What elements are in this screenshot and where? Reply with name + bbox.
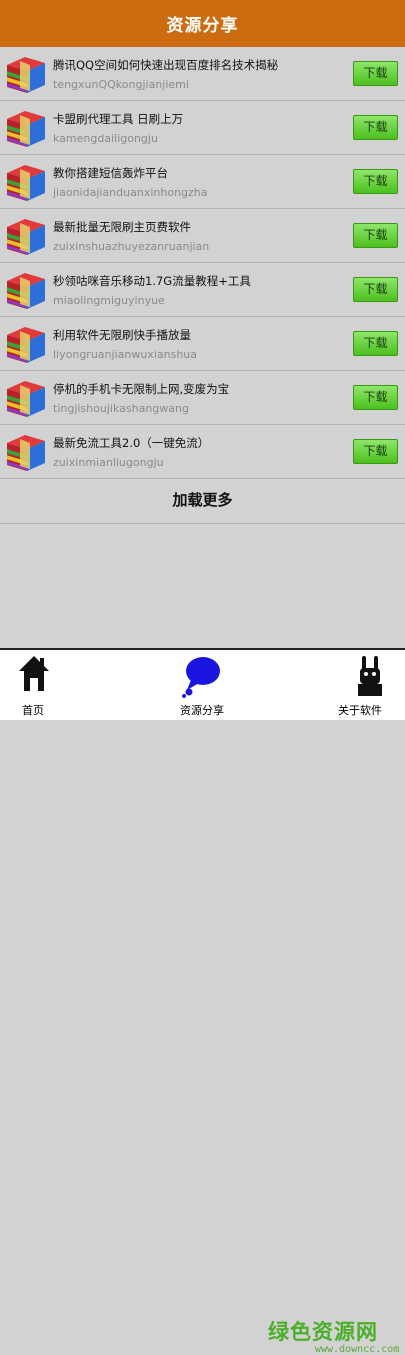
- archive-icon: [7, 111, 45, 147]
- list-item[interactable]: 秒领咕咪音乐移动1.7G流量教程+工具 miaolingmiguyinyue 下载: [0, 263, 405, 317]
- download-button[interactable]: 下载: [353, 169, 398, 194]
- tab-home[interactable]: 首页: [0, 650, 90, 720]
- item-title: 停机的手机卡无限制上网,变废为宝: [53, 382, 230, 396]
- archive-icon: [7, 273, 45, 309]
- download-button[interactable]: 下载: [353, 277, 398, 302]
- item-subtitle: jiaonidajianduanxinhongzha: [53, 186, 208, 199]
- archive-icon: [7, 165, 45, 201]
- item-subtitle: kamengdailigongju: [53, 132, 158, 145]
- item-title: 卡盟刷代理工具 日刷上万: [53, 112, 184, 126]
- download-button[interactable]: 下载: [353, 331, 398, 356]
- download-button[interactable]: 下载: [353, 223, 398, 248]
- list-item[interactable]: 教你搭建短信轰炸平台 jiaonidajianduanxinhongzha 下载: [0, 155, 405, 209]
- tab-home-label: 首页: [22, 704, 44, 717]
- watermark-url: www.downcc.com: [315, 1344, 400, 1355]
- download-button[interactable]: 下载: [353, 439, 398, 464]
- item-title: 最新批量无限刷主页费软件: [53, 220, 191, 234]
- tab-share[interactable]: 资源分享: [157, 650, 247, 720]
- item-subtitle: tengxunQQkongjianjiemi: [53, 78, 189, 91]
- list-item[interactable]: 最新批量无限刷主页费软件 zuixinshuazhuyezanruanjian 下载: [0, 209, 405, 263]
- item-subtitle: zuixinshuazhuyezanruanjian: [53, 240, 210, 253]
- archive-icon: [7, 219, 45, 255]
- home-icon: [19, 656, 49, 691]
- download-button[interactable]: 下载: [353, 385, 398, 410]
- resource-list: 腾讯QQ空间如何快速出现百度排名技术揭秘 tengxunQQkongjianjie…: [0, 47, 405, 479]
- list-item[interactable]: 最新免流工具2.0（一键免流） zuixinmianliugongju 下载: [0, 425, 405, 479]
- list-item[interactable]: 腾讯QQ空间如何快速出现百度排名技术揭秘 tengxunQQkongjianjie…: [0, 47, 405, 101]
- item-subtitle: liyongruanjianwuxianshua: [53, 348, 197, 361]
- item-subtitle: miaolingmiguyinyue: [53, 294, 165, 307]
- item-title: 腾讯QQ空间如何快速出现百度排名技术揭秘: [53, 58, 279, 72]
- android-icon: [358, 656, 382, 696]
- download-button[interactable]: 下载: [353, 61, 398, 86]
- archive-icon: [7, 327, 45, 363]
- list-item[interactable]: 利用软件无限刷快手播放量 liyongruanjianwuxianshua 下载: [0, 317, 405, 371]
- chat-bubble-icon: [182, 657, 220, 698]
- item-title: 最新免流工具2.0（一键免流）: [53, 436, 210, 450]
- tab-about-label: 关于软件: [338, 704, 382, 717]
- archive-icon: [7, 381, 45, 417]
- load-more-button[interactable]: 加载更多: [0, 476, 405, 524]
- archive-icon: [7, 435, 45, 471]
- page-title: 资源分享: [166, 16, 239, 36]
- list-item[interactable]: 卡盟刷代理工具 日刷上万 kamengdailigongju 下载: [0, 101, 405, 155]
- watermark-text: 绿色资源网: [268, 1320, 378, 1344]
- archive-icon: [7, 57, 45, 93]
- item-title: 秒领咕咪音乐移动1.7G流量教程+工具: [53, 274, 251, 288]
- tab-share-label: 资源分享: [180, 704, 224, 717]
- item-subtitle: zuixinmianliugongju: [53, 456, 164, 469]
- app-header: 资源分享: [0, 0, 405, 47]
- list-item[interactable]: 停机的手机卡无限制上网,变废为宝 tingjishoujikashangwang 下…: [0, 371, 405, 425]
- item-subtitle: tingjishoujikashangwang: [53, 402, 189, 415]
- download-button[interactable]: 下载: [353, 115, 398, 140]
- item-title: 教你搭建短信轰炸平台: [53, 166, 168, 180]
- bottom-tab-bar: 首页 资源分享 关于软件 绿色资源网 www.downcc.com: [0, 648, 405, 1355]
- item-title: 利用软件无限刷快手播放量: [53, 328, 191, 342]
- tab-about[interactable]: 关于软件: [315, 650, 405, 720]
